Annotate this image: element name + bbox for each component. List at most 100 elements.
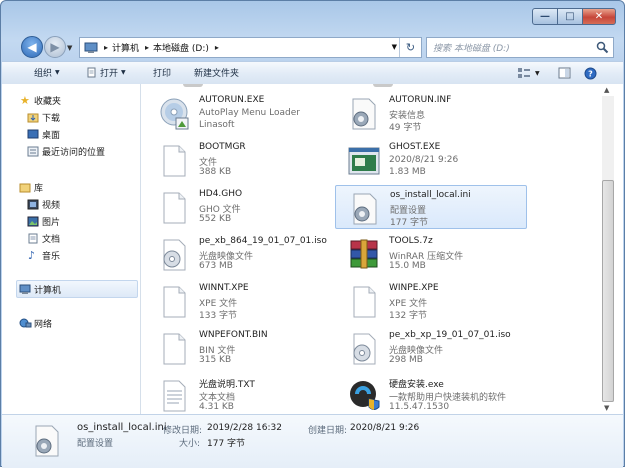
file-item-pe-xb-xp-iso[interactable]: pe_xb_xp_19_01_07_01.iso 光盘映像文件 298 MB xyxy=(335,326,527,370)
nav-downloads[interactable]: 下载 xyxy=(27,109,60,125)
new-folder-label: 新建文件夹 xyxy=(194,69,240,79)
settings-file-icon xyxy=(352,98,376,130)
nav-libraries[interactable]: 库 xyxy=(19,179,43,195)
nav-favorites[interactable]: ★ 收藏夹 xyxy=(20,92,62,108)
file-item-wnpefont-bin[interactable]: WNPEFONT.BIN BIN 文件 315 KB xyxy=(145,326,337,370)
file-name: pe_xb_864_19_01_07_01.iso xyxy=(199,236,327,246)
title-bar[interactable]: — □ ✕ xyxy=(1,1,624,31)
picture-icon xyxy=(27,216,39,226)
video-icon xyxy=(27,199,39,209)
nav-network-label: 网络 xyxy=(34,319,53,330)
nav-computer-label: 计算机 xyxy=(34,285,62,296)
print-button[interactable]: 打印 xyxy=(153,66,171,79)
breadcrumb-separator-icon[interactable]: ▸ xyxy=(145,43,149,52)
file-item-bootmgr[interactable]: BOOTMGR 文件 388 KB xyxy=(145,138,337,182)
file-size: 315 KB xyxy=(199,355,232,365)
disc-image-icon xyxy=(163,239,186,271)
new-folder-button[interactable]: 新建文件夹 xyxy=(194,66,239,79)
nav-recent[interactable]: 最近访问的位置 xyxy=(27,143,105,159)
file-item-winpe-xpe[interactable]: WINPE.XPE XPE 文件 132 字节 xyxy=(335,279,527,323)
file-name: HD4.GHO xyxy=(199,189,243,199)
file-item-winnt-xpe[interactable]: WINNT.XPE XPE 文件 133 字节 xyxy=(145,279,337,323)
blank-file-icon xyxy=(163,286,186,318)
breadcrumb-local-disk[interactable]: 本地磁盘 (D:) xyxy=(153,41,209,54)
file-item-hd4-gho[interactable]: HD4.GHO GHO 文件 552 KB xyxy=(145,185,337,229)
nav-favorites-label: 收藏夹 xyxy=(34,96,62,107)
nav-network[interactable]: 网络 xyxy=(19,315,53,331)
file-type: AutoPlay Menu Loader xyxy=(199,108,300,118)
explorer-window: — □ ✕ ◀ ▶ ▼ ▸ 计算机 ▸ 本地磁盘 (D:) ▸ ▼ ↻ 搜索 本… xyxy=(0,0,625,468)
file-item-tools-7z[interactable]: TOOLS.7z WinRAR 压缩文件 15.0 MB xyxy=(335,232,527,276)
blank-file-icon xyxy=(163,333,186,365)
ghost-exe-icon xyxy=(348,147,380,175)
blank-file-icon xyxy=(163,145,186,177)
scroll-down-icon[interactable]: ▼ xyxy=(604,404,609,412)
scroll-up-icon[interactable]: ▲ xyxy=(604,86,609,94)
details-modified-value: 2019/2/28 16:32 xyxy=(207,423,282,433)
nav-videos[interactable]: 视频 xyxy=(27,196,60,212)
view-options-button[interactable]: ▼ xyxy=(517,64,540,82)
file-item-hd-install-exe[interactable]: 硬盘安装.exe 一款帮助用户快速装机的软件 11.5.47.1530 xyxy=(335,373,527,417)
file-size: 552 KB xyxy=(199,214,232,224)
text-file-icon xyxy=(163,380,186,412)
file-item-ghost-exe[interactable]: GHOST.EXE 2020/8/21 9:26 1.83 MB xyxy=(335,138,527,182)
back-button[interactable]: ◀ xyxy=(21,36,43,58)
file-item-autorun-inf[interactable]: AUTORUN.INF 安装信息 49 字节 xyxy=(335,91,527,135)
nav-desktop-label: 桌面 xyxy=(42,130,61,141)
file-item-pe-xb-864-iso[interactable]: pe_xb_864_19_01_07_01.iso 光盘映像文件 673 MB xyxy=(145,232,337,276)
network-icon xyxy=(19,318,32,327)
search-box[interactable]: 搜索 本地磁盘 (D:) xyxy=(426,37,614,58)
print-label: 打印 xyxy=(153,69,172,79)
file-version: 11.5.47.1530 xyxy=(389,402,450,412)
nav-music[interactable]: ♪ 音乐 xyxy=(28,247,60,263)
details-created-label: 创建日期: xyxy=(308,426,348,436)
open-button[interactable]: 打开 ▼ xyxy=(86,66,126,79)
arrow-right-icon: ▶ xyxy=(50,40,60,54)
file-size: 673 MB xyxy=(199,261,233,271)
vertical-scrollbar[interactable]: ▲ ▼ xyxy=(595,84,622,414)
file-item-readme-txt[interactable]: 光盘说明.TXT 文本文档 4.31 KB xyxy=(145,373,337,417)
file-size: 133 字节 xyxy=(199,311,238,321)
details-modified-label: 修改日期: xyxy=(163,426,203,436)
arrow-left-icon: ◀ xyxy=(27,40,37,54)
forward-button[interactable]: ▶ xyxy=(44,36,66,58)
nav-desktop[interactable]: 桌面 xyxy=(27,126,61,142)
breadcrumb-separator-icon[interactable]: ▸ xyxy=(104,43,108,52)
content-area: ★ 收藏夹 下载 桌面 最近访问的位置 库 视频 图片 文档 ♪ 音乐 计算机 … xyxy=(2,84,623,414)
open-label: 打开 xyxy=(100,69,119,79)
command-bar: 组织 ▼ 打开 ▼ 打印 新建文件夹 ▼ ? xyxy=(2,61,623,85)
library-icon xyxy=(19,183,31,192)
computer-icon xyxy=(19,284,31,294)
partial-file-icon xyxy=(183,84,203,87)
address-history-dropdown[interactable]: ▼ xyxy=(392,43,397,51)
file-name: GHOST.EXE xyxy=(389,142,441,152)
organize-button[interactable]: 组织 ▼ xyxy=(34,66,60,79)
partial-file-icon xyxy=(373,84,393,87)
maximize-button[interactable]: □ xyxy=(557,8,583,25)
refresh-icon[interactable]: ↻ xyxy=(399,38,421,57)
nav-computer[interactable]: 计算机 xyxy=(19,281,62,297)
file-name: pe_xb_xp_19_01_07_01.iso xyxy=(389,330,511,340)
file-item-os-install-local-ini[interactable]: os_install_local.ini 配置设置 177 字节 xyxy=(335,185,527,229)
help-button[interactable]: ? xyxy=(584,64,597,82)
preview-pane-button[interactable] xyxy=(558,64,571,82)
navigation-pane[interactable]: ★ 收藏夹 下载 桌面 最近访问的位置 库 视频 图片 文档 ♪ 音乐 计算机 … xyxy=(2,84,141,414)
breadcrumb-separator-icon[interactable]: ▸ xyxy=(215,43,219,52)
minimize-button[interactable]: — xyxy=(532,8,558,25)
breadcrumb-computer[interactable]: 计算机 xyxy=(112,41,139,54)
scroll-thumb[interactable] xyxy=(602,180,614,402)
chevron-down-icon: ▼ xyxy=(121,69,126,76)
close-button[interactable]: ✕ xyxy=(582,8,616,25)
address-bar[interactable]: ▸ 计算机 ▸ 本地磁盘 (D:) ▸ ▼ ↻ xyxy=(79,37,422,58)
nav-documents[interactable]: 文档 xyxy=(28,230,60,246)
file-item-autorun-exe[interactable]: AUTORUN.EXE AutoPlay Menu Loader Linasof… xyxy=(145,91,337,135)
installer-shield-icon xyxy=(350,381,380,410)
winrar-archive-icon xyxy=(350,239,378,269)
file-name: os_install_local.ini xyxy=(390,190,471,200)
file-name: TOOLS.7z xyxy=(389,236,433,246)
star-icon: ★ xyxy=(20,93,30,107)
nav-pictures[interactable]: 图片 xyxy=(27,213,60,229)
search-input[interactable]: 搜索 本地磁盘 (D:) xyxy=(433,41,510,54)
recent-pages-dropdown[interactable]: ▼ xyxy=(67,44,72,52)
file-list[interactable]: AUTORUN.EXE AutoPlay Menu Loader Linasof… xyxy=(141,84,595,414)
